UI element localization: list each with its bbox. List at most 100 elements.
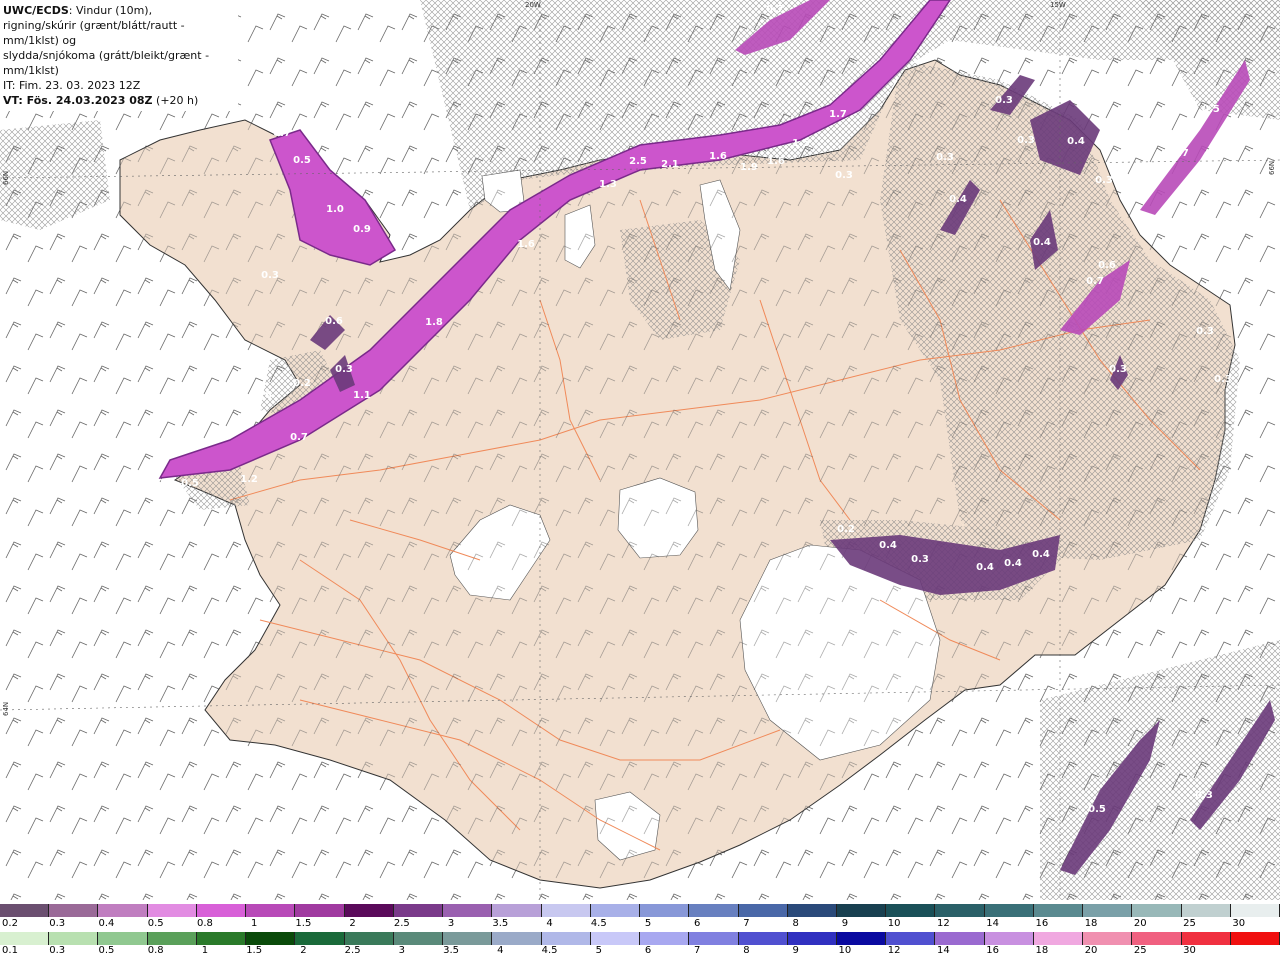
legend-label: 6 xyxy=(694,918,701,929)
precip-value-label: 0.7 xyxy=(290,432,308,443)
legend-swatch xyxy=(246,904,296,917)
legend-swatch xyxy=(935,904,985,917)
legend-label: 25 xyxy=(1183,918,1196,929)
legend-swatch xyxy=(1132,932,1182,945)
precip-value-label: 0.5 xyxy=(181,478,199,489)
legend-swatch xyxy=(836,932,887,945)
legend-label: 5 xyxy=(595,945,602,956)
legend-swatch xyxy=(836,904,887,917)
legend-label: 30 xyxy=(1183,945,1196,956)
precip-value-label: 1.6 xyxy=(517,239,535,250)
legend-label: 0.2 xyxy=(2,918,18,929)
precip-value-label: 0.7 xyxy=(273,128,291,139)
legend-label: 7 xyxy=(743,918,750,929)
legend-label: 0.3 xyxy=(49,918,66,929)
info-line-1: UWC/ECDS: Vindur (10m), xyxy=(3,4,153,17)
precip-value-label: 1.0 xyxy=(326,204,344,215)
legend-label: 12 xyxy=(887,945,901,956)
precip-value-label: 0.7 xyxy=(1171,148,1189,159)
legend-swatch xyxy=(541,904,591,917)
legend-label: 25 xyxy=(1133,945,1147,956)
legend-swatch xyxy=(886,904,936,917)
legend-swatch xyxy=(98,932,148,945)
precip-value-label: 0.2 xyxy=(837,524,855,535)
legend-swatch xyxy=(1033,904,1084,917)
legend-swatch xyxy=(295,932,345,945)
legend-swatch xyxy=(1230,904,1280,917)
precip-value-label: 0.4 xyxy=(949,194,967,205)
precip-value-label: 0.3 xyxy=(335,364,353,375)
legend-swatch xyxy=(689,932,739,945)
legend-label: 1.5 xyxy=(295,918,312,929)
legend-swatch xyxy=(196,932,247,945)
legend-swatch xyxy=(492,904,542,917)
precip-value-label: 0.3 xyxy=(157,478,175,489)
precip-value-label: 2.5 xyxy=(629,156,647,167)
legend-swatch xyxy=(1083,932,1133,945)
legend-swatch xyxy=(344,904,394,917)
legend-label: 7 xyxy=(694,945,701,956)
legend-label: 14 xyxy=(986,918,999,929)
legend-label: 3 xyxy=(447,918,455,929)
legend-label: 4 xyxy=(497,945,504,956)
legend-swatch xyxy=(984,932,1034,945)
legend-swatch xyxy=(393,932,444,945)
legend-swatch xyxy=(787,932,837,945)
precip-value-label: 0.4 xyxy=(1032,549,1050,560)
legend-label: 9 xyxy=(792,945,799,956)
legend-swatch xyxy=(147,932,197,945)
precip-value-label: 0.5 xyxy=(1202,104,1220,115)
legend-label: 8 xyxy=(743,945,750,956)
legend-label: 0.8 xyxy=(196,918,213,929)
legend-label: 3 xyxy=(398,945,406,956)
color-legend: 0.2 0.3 0.4 0.5 0.8 1 1.5 2 2.5 3 3.5 4 4.5 5 6 7 8 9 10 12… xyxy=(0,902,1280,960)
legend-label: 2.5 xyxy=(393,918,410,929)
legend-swatch xyxy=(393,904,444,917)
weather-map[interactable]: 0.7 0.5 1.0 0.9 0.3 0.6 0.3 0.2 0.6 1.1 0.7 0.3 0.5 1… xyxy=(0,0,1280,900)
legend-label: 0.3 xyxy=(49,945,66,956)
legend-label: 1 xyxy=(201,945,209,956)
precip-value-label: 0.4 xyxy=(879,540,897,551)
legend-label: 4.5 xyxy=(541,945,558,956)
legend-swatch xyxy=(0,904,50,917)
legend-label: 3.5 xyxy=(443,945,460,956)
legend-label: 0.1 xyxy=(2,945,18,956)
precip-value-label: 1.5 xyxy=(792,138,810,149)
precip-value-label: 0.6 xyxy=(325,316,343,327)
legend-swatch xyxy=(344,932,394,945)
legend-swatch xyxy=(443,904,493,917)
legend-swatch xyxy=(443,932,493,945)
legend-swatch xyxy=(246,932,296,945)
map-info-box: UWC/ECDS: Vindur (10m), rigning/skúrir (… xyxy=(0,0,238,111)
precip-value-label: 1.9 xyxy=(740,162,758,173)
legend-swatch xyxy=(98,904,148,917)
precip-value-label: 0.3 xyxy=(835,170,853,181)
legend-label: 3.5 xyxy=(492,918,509,929)
precip-value-label: 0.3 xyxy=(1214,374,1232,385)
legend-swatch xyxy=(49,904,99,917)
legend-swatch xyxy=(295,904,345,917)
legend-swatch xyxy=(49,932,99,945)
legend-label: 6 xyxy=(644,945,652,956)
precip-value-label: 1.2 xyxy=(240,474,258,485)
legend-swatch xyxy=(935,932,985,945)
legend-label: 10 xyxy=(887,918,901,929)
legend-swatch xyxy=(886,932,936,945)
legend-label: 2.5 xyxy=(344,945,361,956)
legend-label: 16 xyxy=(986,945,999,956)
snow-colorbar xyxy=(0,904,1280,917)
legend-swatch xyxy=(984,904,1034,917)
legend-swatch xyxy=(590,904,641,917)
precip-value-label: 0.4 xyxy=(976,562,994,573)
lon-label-20w: 20W xyxy=(525,1,541,9)
lat-label-64n: 64N xyxy=(2,701,10,716)
legend-swatch xyxy=(1083,904,1133,917)
legend-label: 4 xyxy=(546,918,553,929)
precip-value-label: 1.8 xyxy=(425,317,443,328)
legend-label: 2 xyxy=(300,945,307,956)
legend-label: 1 xyxy=(250,918,258,929)
legend-swatch xyxy=(196,904,247,917)
lat-label-66n-right: 66N xyxy=(1268,160,1276,175)
precip-value-label: 0.6 xyxy=(1098,260,1116,271)
legend-swatch xyxy=(1181,932,1231,945)
